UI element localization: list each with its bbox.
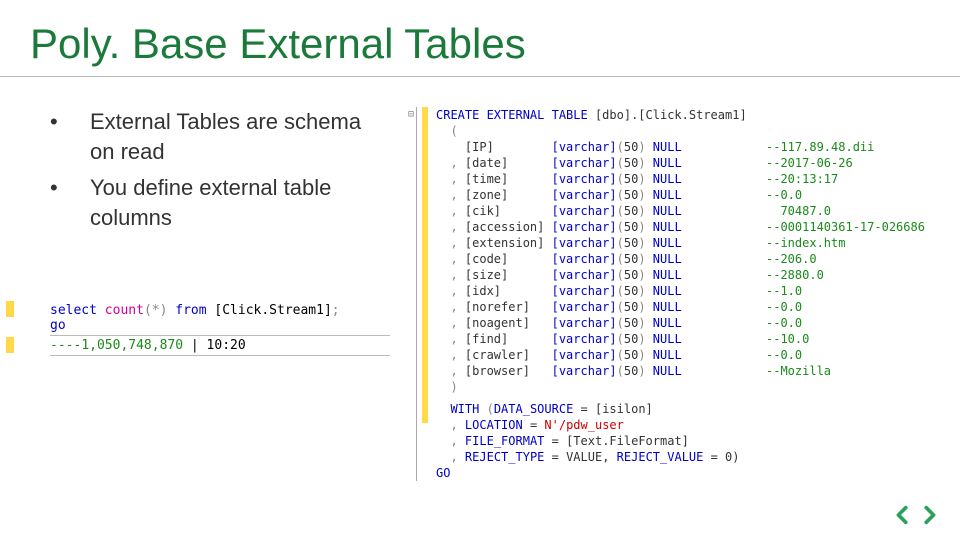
code-highlight-bar	[6, 301, 14, 317]
result-separator	[50, 335, 390, 336]
sql-line: CREATE EXTERNAL TABLE [dbo].[Click.Strea…	[436, 107, 930, 123]
sql-column-line: , [crawler] [varchar](50) NULL--0.0	[436, 347, 930, 363]
sql-line: , REJECT_TYPE = VALUE, REJECT_VALUE = 0)	[436, 449, 930, 465]
sql-line: select count(*) from [Click.Stream1];	[50, 303, 390, 318]
sql-column-line: [IP] [varchar](50) NULL--117.89.48.dii	[436, 139, 930, 155]
sql-create-block: ⊟ CREATE EXTERNAL TABLE [dbo].[Click.Str…	[410, 107, 930, 481]
sql-line: , FILE_FORMAT = [Text.FileFormat]	[436, 433, 930, 449]
bullet-list: • External Tables are schema on read • Y…	[50, 107, 390, 233]
code-highlight-bar	[6, 337, 14, 353]
code-highlight-bar	[422, 107, 428, 423]
sql-line: )	[436, 379, 930, 395]
next-arrow-icon[interactable]	[918, 504, 940, 526]
bullet-text: You define external table columns	[90, 173, 390, 233]
prev-arrow-icon[interactable]	[892, 504, 914, 526]
bullet-text: External Tables are schema on read	[90, 107, 390, 167]
bullet-dot-icon: •	[50, 173, 90, 203]
sql-column-line: , [norefer] [varchar](50) NULL--0.0	[436, 299, 930, 315]
bullet-item: • You define external table columns	[50, 173, 390, 233]
left-column: • External Tables are schema on read • Y…	[0, 107, 410, 481]
sql-column-line: , [code] [varchar](50) NULL--206.0	[436, 251, 930, 267]
sql-column-line: , [time] [varchar](50) NULL--20:13:17	[436, 171, 930, 187]
collapse-icon: ⊟	[408, 107, 414, 123]
sql-line: WITH (DATA_SOURCE = [isilon]	[436, 401, 930, 417]
sql-column-line: , [noagent] [varchar](50) NULL--0.0	[436, 315, 930, 331]
sql-column-line: , [zone] [varchar](50) NULL--0.0	[436, 187, 930, 203]
nav-arrows	[892, 504, 940, 526]
sql-go: go	[50, 318, 390, 333]
sql-column-line: , [accession] [varchar](50) NULL--000114…	[436, 219, 930, 235]
sql-query-block: select count(*) from [Click.Stream1]; go…	[50, 303, 390, 356]
sql-column-line: , [cik] [varchar](50) NULL 70487.0	[436, 203, 930, 219]
sql-column-line: , [idx] [varchar](50) NULL--1.0	[436, 283, 930, 299]
bullet-dot-icon: •	[50, 107, 90, 137]
sql-line: , LOCATION = N'/pdw_user	[436, 417, 930, 433]
sql-line: GO	[436, 465, 930, 481]
sql-column-line: , [extension] [varchar](50) NULL--index.…	[436, 235, 930, 251]
sql-column-line: , [find] [varchar](50) NULL--10.0	[436, 331, 930, 347]
right-column: ⊟ CREATE EXTERNAL TABLE [dbo].[Click.Str…	[410, 107, 940, 481]
sql-result-line: ----1,050,748,870 | 10:20	[50, 338, 390, 353]
sql-column-line: , [browser] [varchar](50) NULL--Mozilla	[436, 363, 930, 379]
sql-column-line: , [date] [varchar](50) NULL--2017-06-26	[436, 155, 930, 171]
sql-column-line: , [size] [varchar](50) NULL--2880.0	[436, 267, 930, 283]
code-outline-bar	[416, 107, 417, 481]
slide-title: Poly. Base External Tables	[0, 0, 960, 77]
content-area: • External Tables are schema on read • Y…	[0, 77, 960, 481]
result-separator	[50, 355, 390, 356]
sql-line: (	[436, 123, 930, 139]
bullet-item: • External Tables are schema on read	[50, 107, 390, 167]
